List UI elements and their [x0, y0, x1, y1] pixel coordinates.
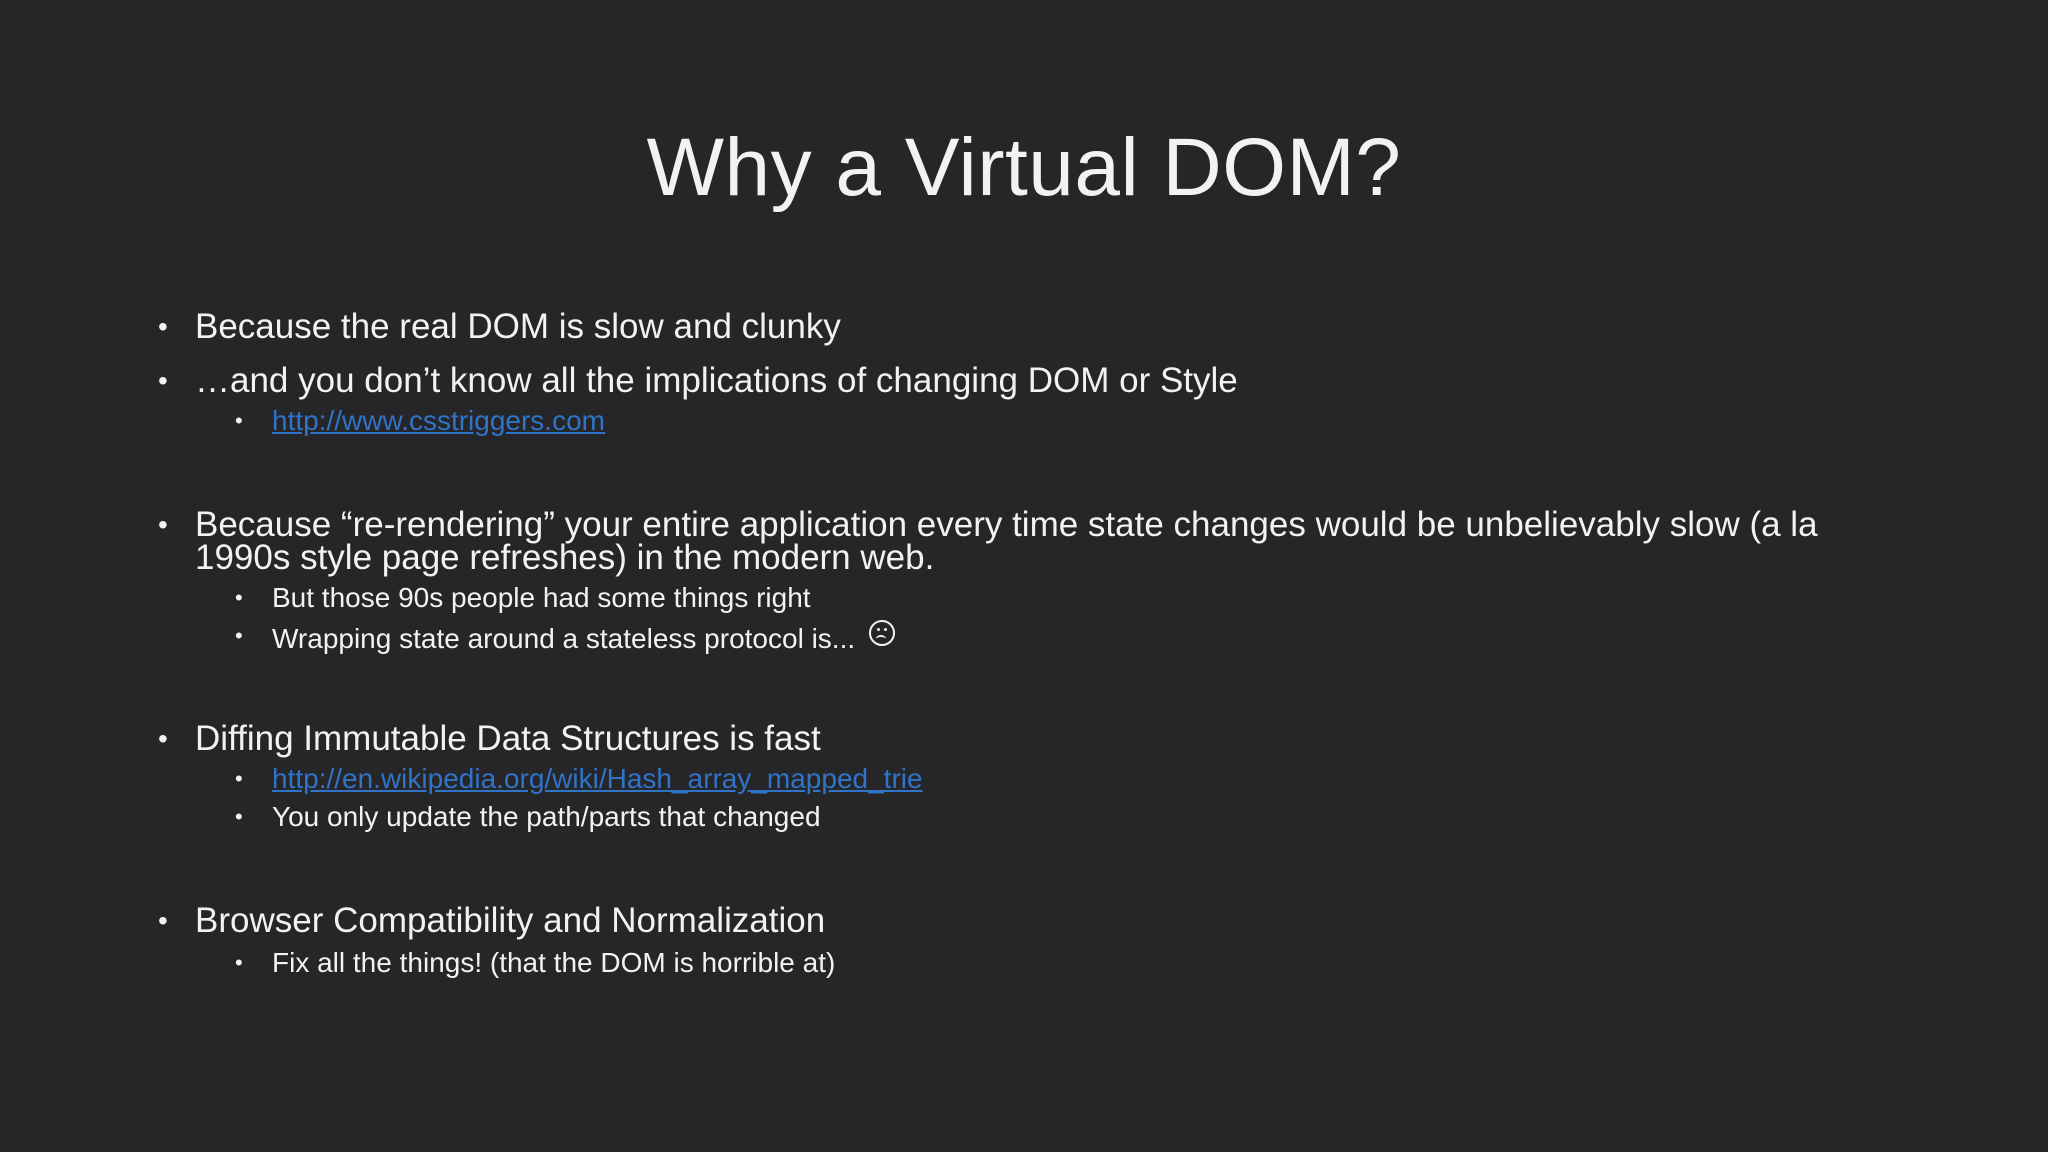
bullet-text: Diffing Immutable Data Structures is fas… — [195, 719, 821, 758]
bullet-text-line1: Because “re-rendering” your entire appli… — [195, 505, 1818, 544]
wikipedia-hamt-link[interactable]: http://en.wikipedia.org/wiki/Hash_array_… — [272, 763, 923, 794]
sub-bullet-text: But those 90s people had some things rig… — [272, 582, 811, 613]
bullet-text-line2: 1990s style page refreshes) in the moder… — [195, 538, 935, 577]
sub-bullet-text: Fix all the things! (that the DOM is hor… — [272, 947, 836, 978]
sub-bullet-dot: • — [235, 950, 243, 975]
bullet-text: Because the real DOM is slow and clunky — [195, 307, 841, 346]
bullet-dot: • — [158, 365, 168, 396]
csstriggers-link[interactable]: http://www.csstriggers.com — [272, 405, 605, 436]
sub-bullet-dot: • — [235, 766, 243, 791]
sub-bullet-text: Wrapping state around a stateless protoc… — [272, 623, 856, 654]
sub-bullet-dot: • — [235, 623, 243, 648]
bullet-dot: • — [158, 905, 168, 936]
bullet-dot: • — [158, 509, 168, 540]
bullet-text: Browser Compatibility and Normalization — [195, 901, 826, 940]
bullet-text: …and you don’t know all the implications… — [195, 361, 1238, 400]
slide: Why a Virtual DOM? • Because the real DO… — [0, 0, 2048, 1152]
frown-face-icon — [868, 620, 895, 646]
sub-bullet-dot: • — [235, 804, 243, 829]
slide-title: Why a Virtual DOM? — [646, 122, 1402, 213]
sub-bullet-dot: • — [235, 585, 243, 610]
bullet-dot: • — [158, 723, 168, 754]
sub-bullet-dot: • — [235, 408, 243, 433]
sub-bullet-text: You only update the path/parts that chan… — [272, 801, 821, 832]
bullet-dot: • — [158, 311, 168, 342]
